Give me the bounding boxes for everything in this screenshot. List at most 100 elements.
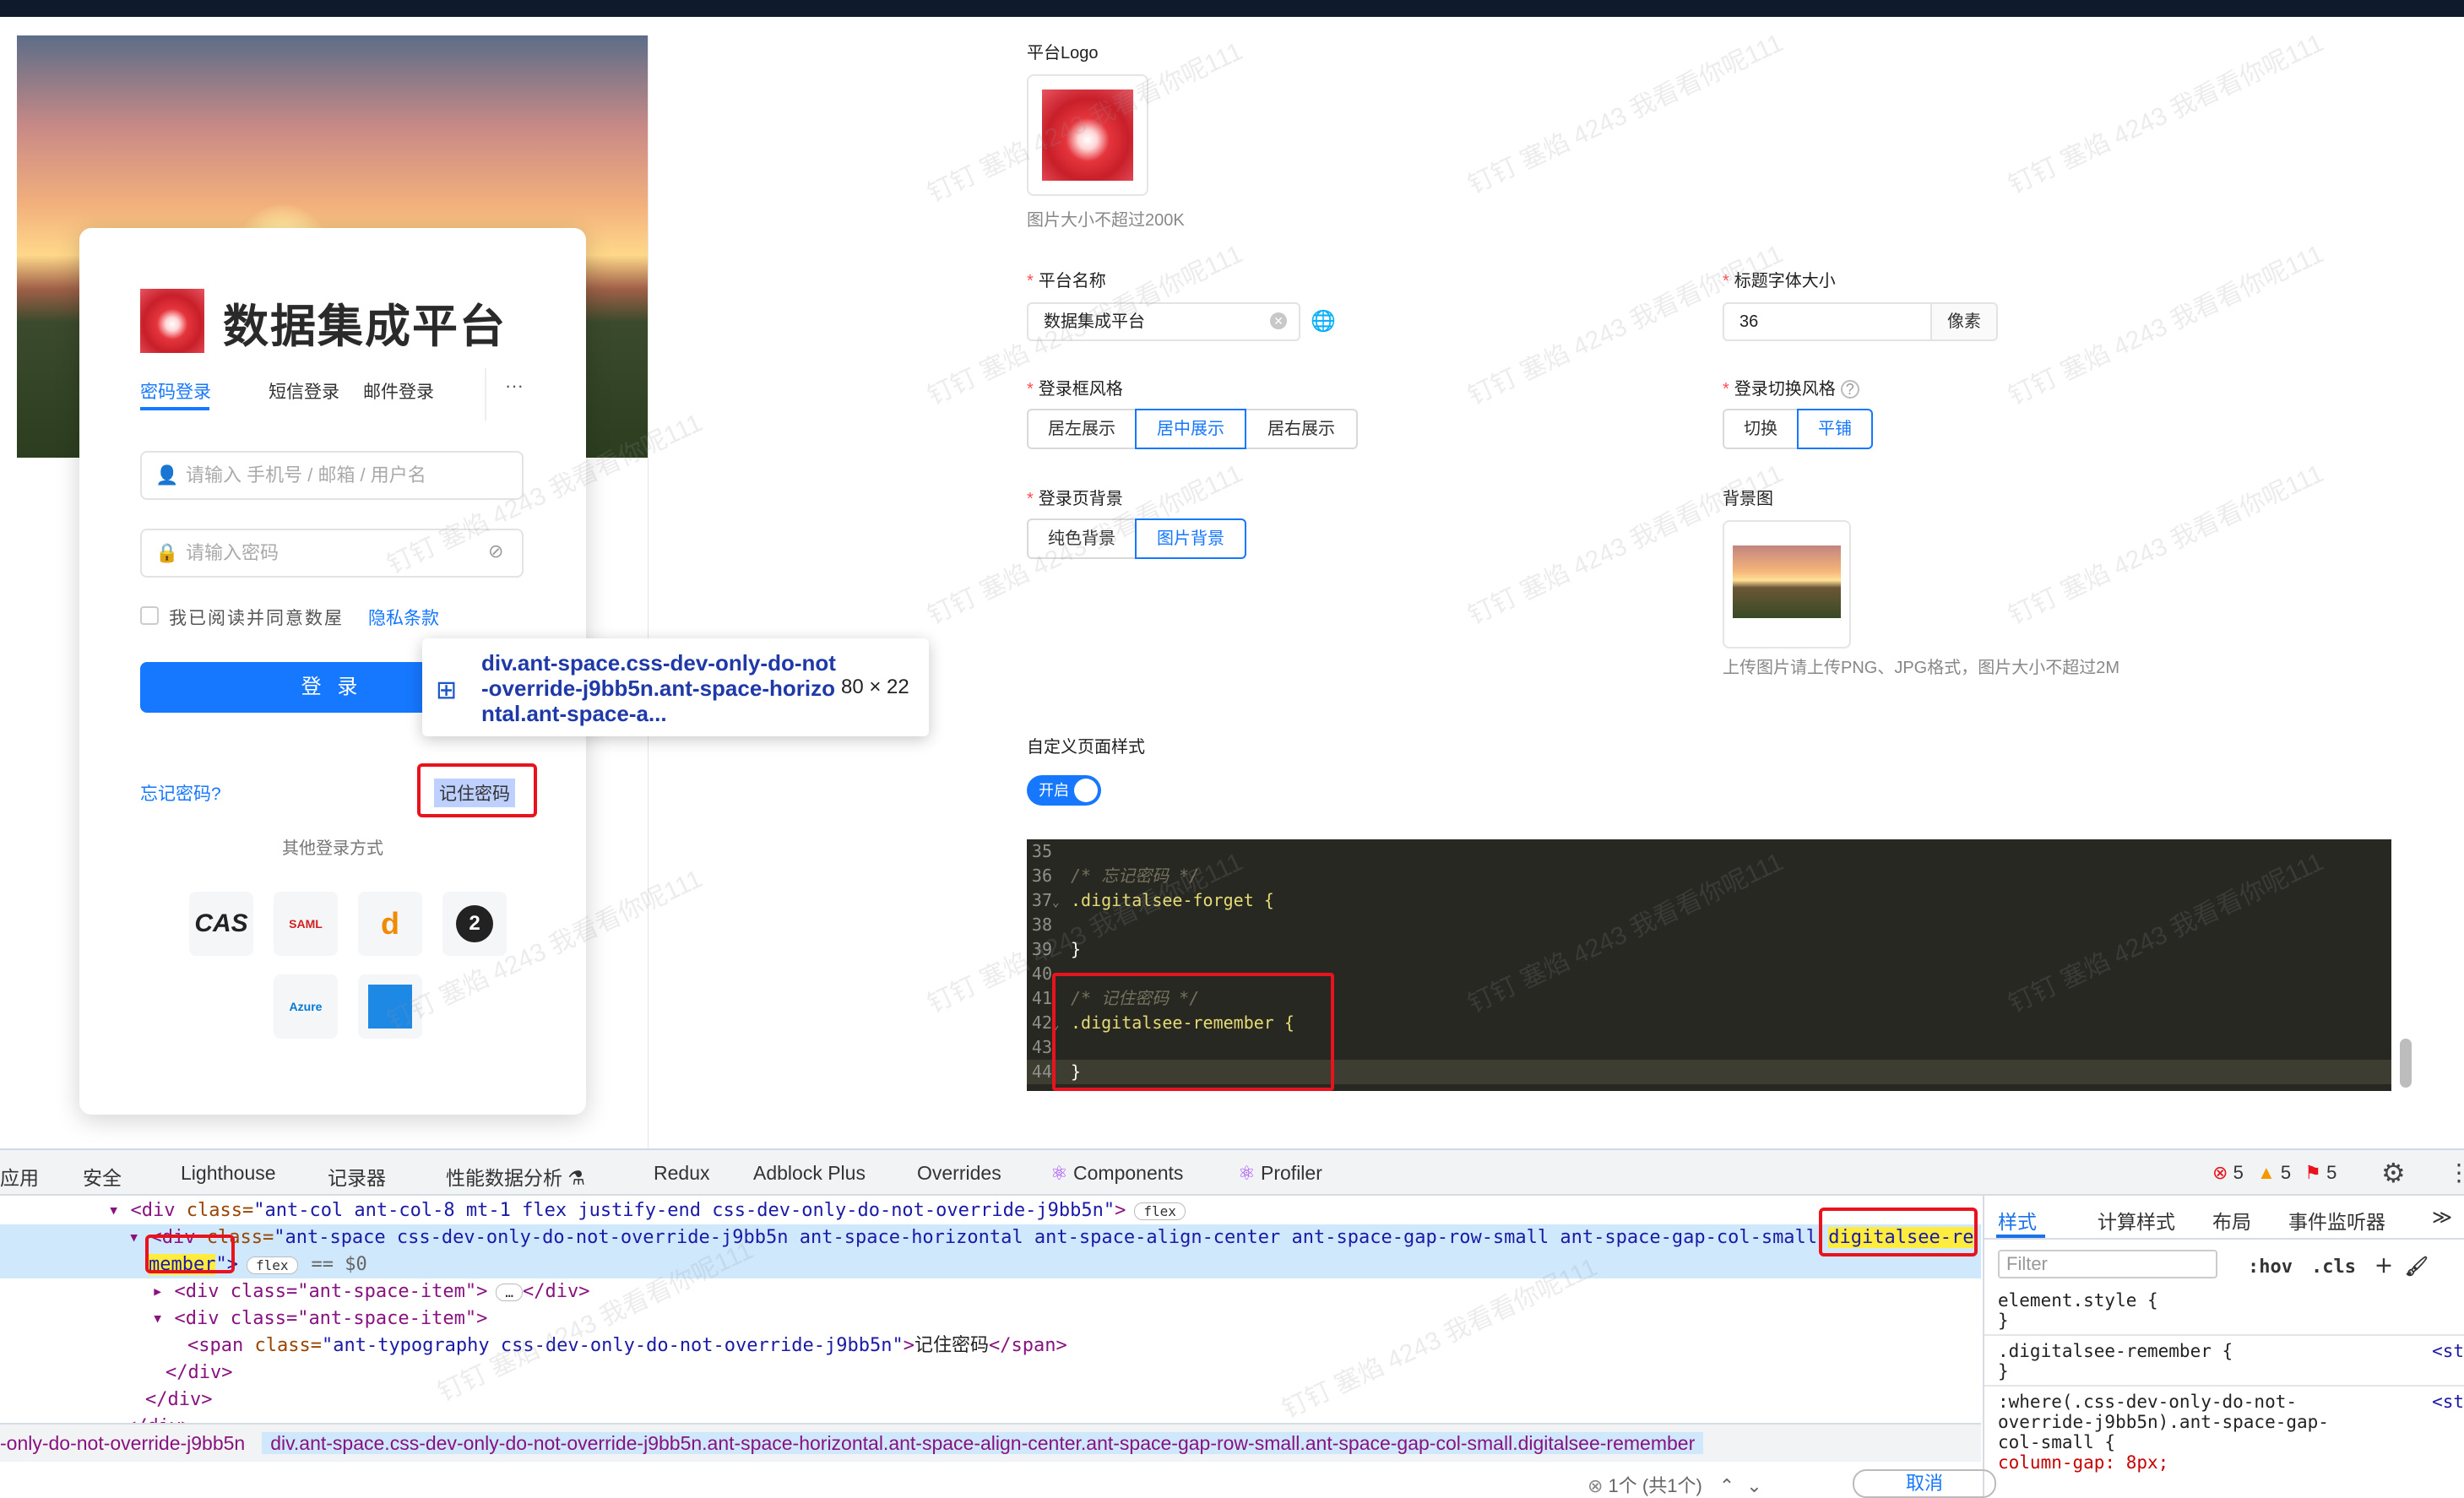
watermark: 钉钉 塞焰 4243 我看看你呢111 — [2004, 459, 2328, 631]
breadcrumb-item[interactable]: -only-do-not-override-j9bb5n — [0, 1432, 245, 1454]
cas-login-icon[interactable]: CAS — [189, 892, 253, 956]
title-font-size-label-text: 标题字体大小 — [1734, 272, 1836, 290]
fold-icon[interactable]: ⌄ — [1052, 891, 1064, 915]
globe-icon[interactable]: 🌐 — [1311, 309, 1336, 334]
tab-sms-login[interactable]: 短信登录 — [269, 378, 339, 404]
switch-option-switch[interactable]: 切换 — [1723, 409, 1799, 449]
style-option-left[interactable]: 居左展示 — [1027, 409, 1137, 449]
forgot-password-link[interactable]: 忘记密码? — [140, 780, 221, 806]
two-login-icon[interactable]: 2 — [442, 892, 507, 956]
search-cancel-button[interactable]: 取消 — [1853, 1469, 1996, 1498]
tab-application[interactable]: 应用 — [0, 1162, 39, 1191]
tab-lighthouse[interactable]: Lighthouse — [181, 1162, 276, 1185]
login-preview: 数据集成平台 密码登录 短信登录 邮件登录 ··· 请输入 手机号 / 邮箱 /… — [17, 35, 649, 1150]
logo-hint: 图片大小不超过200K — [1027, 211, 1185, 230]
privacy-link[interactable]: 隐私条款 — [368, 605, 439, 630]
selected-marker: == $0 — [311, 1254, 367, 1275]
login-bg-label-text: 登录页背景 — [1038, 490, 1123, 508]
tab-performance-insights[interactable]: 性能数据分析 ⚗ — [446, 1162, 585, 1191]
watermark: 钉钉 塞焰 4243 我看看你呢111 — [1463, 29, 1788, 200]
platform-logo-upload[interactable] — [1027, 74, 1148, 196]
tab-email-login[interactable]: 邮件登录 — [363, 378, 434, 404]
dom-node[interactable]: ▸ <div class="ant-space-item">… </div> — [152, 1278, 590, 1305]
custom-style-label: 自定义页面样式 — [1027, 738, 1145, 757]
tab-layout[interactable]: 布局 — [2212, 1206, 2251, 1235]
agreement-checkbox[interactable] — [140, 606, 159, 625]
issue-counters[interactable]: ⊗ 5 ▲ 5 ⚑ 5 — [2212, 1162, 2336, 1184]
tab-adblock-plus[interactable]: Adblock Plus — [753, 1162, 866, 1185]
tab-components[interactable]: ⚛ Components — [1050, 1162, 1183, 1185]
active-tab-indicator — [140, 407, 209, 410]
tab-overrides[interactable]: Overrides — [917, 1162, 1001, 1185]
warning-count: 5 — [2280, 1162, 2292, 1183]
azure-login-icon[interactable]: Azure — [274, 974, 338, 1039]
password-input[interactable]: 请输入密码 — [140, 529, 524, 578]
dom-tag: <div class="ant-space-item"> — [174, 1308, 488, 1329]
bg-option-solid[interactable]: 纯色背景 — [1027, 518, 1137, 559]
login-box-style-label: * 登录框风格 — [1027, 380, 1123, 399]
line-number: 37 — [1031, 890, 1052, 910]
dom-node[interactable]: <span class="ant-typography css-dev-only… — [187, 1332, 1067, 1360]
dom-tag: </div> — [145, 1389, 213, 1410]
tab-redux[interactable]: Redux — [654, 1162, 709, 1185]
custom-style-toggle[interactable]: 开启 — [1027, 775, 1101, 806]
title-font-size-input[interactable]: 36 — [1723, 302, 1932, 341]
hov-toggle[interactable]: :hov .cls ＋ 🖌 — [2248, 1251, 2429, 1278]
tab-more[interactable]: ··· — [505, 375, 524, 397]
tab-password-login[interactable]: 密码登录 — [140, 378, 211, 404]
dom-node[interactable]: ▾ <div class="ant-col ant-col-8 mt-1 fle… — [108, 1197, 1186, 1224]
clear-search-icon[interactable]: ⊗ — [1587, 1475, 1609, 1496]
flex-badge[interactable]: flex — [1134, 1202, 1186, 1220]
d-login-icon[interactable]: d — [358, 892, 422, 956]
dom-tag-end: </span> — [988, 1335, 1067, 1356]
highlight-box-remember — [417, 763, 537, 817]
tab-profiler[interactable]: ⚛ Profiler — [1238, 1162, 1322, 1185]
chevron-up-icon[interactable]: ⌃ — [1719, 1475, 1734, 1496]
username-input[interactable]: 请输入 手机号 / 邮箱 / 用户名 — [140, 451, 524, 500]
style-option-right[interactable]: 居右展示 — [1245, 409, 1358, 449]
platform-name-input[interactable]: 数据集成平台 — [1027, 302, 1300, 341]
chevron-down-icon[interactable]: ⌄ — [1746, 1475, 1761, 1496]
dom-tag-end: > — [1115, 1200, 1126, 1221]
breadcrumb-item-current[interactable]: div.ant-space.css-dev-only-do-not-overri… — [262, 1432, 1704, 1454]
flex-badge[interactable]: flex — [246, 1256, 298, 1274]
switch-option-tile[interactable]: 平铺 — [1797, 409, 1873, 449]
rule-source[interactable]: <st — [2432, 1392, 2464, 1412]
styles-filter-input[interactable]: Filter — [1998, 1250, 2217, 1278]
eye-hidden-icon[interactable]: ⊘ — [488, 540, 503, 562]
more-vert-icon[interactable]: ⋮ — [2447, 1159, 2464, 1186]
gear-icon[interactable]: ⚙ — [2381, 1157, 2406, 1189]
more-tabs-icon[interactable]: ≫ — [2432, 1206, 2452, 1229]
bg-image-upload[interactable] — [1723, 520, 1851, 649]
style-option-center[interactable]: 居中展示 — [1135, 409, 1246, 449]
tab-computed[interactable]: 计算样式 — [2098, 1206, 2175, 1235]
style-rule-selector: .digitalsee-remember { — [1998, 1341, 2233, 1361]
dom-node[interactable]: </div> — [145, 1387, 212, 1414]
agreement-text: 我已阅读并同意数屋 — [169, 609, 344, 628]
dom-node-selected[interactable]: ▾ <div class="ant-space css-dev-only-do-… — [0, 1224, 1981, 1251]
tab-security[interactable]: 安全 — [83, 1162, 122, 1191]
rule-source[interactable]: <st — [2432, 1341, 2464, 1361]
clear-icon[interactable]: ✕ — [1270, 312, 1287, 329]
dom-node[interactable]: </div> — [166, 1360, 232, 1387]
page-scrollbar[interactable] — [2400, 1039, 2412, 1088]
style-rule-selector: col-small { — [1998, 1432, 2116, 1452]
ellipsis-badge[interactable]: … — [496, 1284, 524, 1301]
saml-login-icon[interactable]: SAML — [274, 892, 338, 956]
tab-styles[interactable]: 样式 — [1998, 1206, 2037, 1235]
code-selector: .digitalsee-forget { — [1071, 890, 1274, 910]
tooltip-selector: div.ant-space.css-dev-only-do-not-overri… — [481, 650, 836, 726]
active-tab-indicator — [1996, 1235, 2045, 1238]
dom-node-selected-cont[interactable]: member"> flex == $0 — [0, 1251, 1981, 1278]
tab-recorder[interactable]: 记录器 — [328, 1162, 386, 1191]
blue-app-logo — [368, 985, 412, 1029]
question-icon[interactable]: ? — [1840, 380, 1859, 399]
paint-icon: 🖌 — [2404, 1256, 2429, 1278]
bg-option-image[interactable]: 图片背景 — [1135, 518, 1246, 559]
blue-app-login-icon[interactable] — [358, 974, 422, 1039]
dom-attr-value: "ant-space css-dev-only-do-not-override-… — [274, 1227, 1829, 1248]
bg-image-hint: 上传图片请上传PNG、JPG格式，图片大小不超过2M — [1723, 659, 2120, 677]
dom-node[interactable]: ▾ <div class="ant-space-item"> — [152, 1305, 487, 1332]
dom-attr-value: "ant-typography css-dev-only-do-not-over… — [321, 1335, 904, 1356]
tab-event-listeners[interactable]: 事件监听器 — [2288, 1206, 2385, 1235]
